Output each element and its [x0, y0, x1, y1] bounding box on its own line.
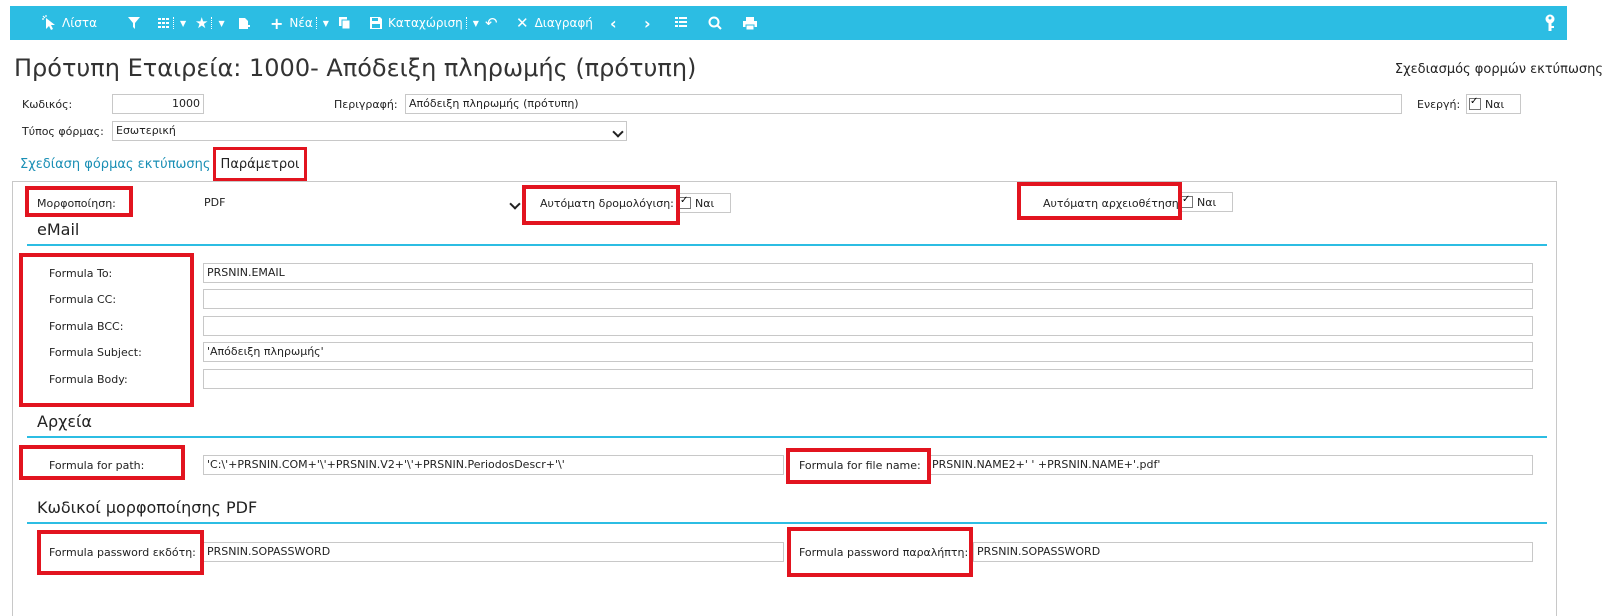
next-button[interactable]: ›: [644, 6, 651, 40]
password-recipient-field[interactable]: PRSNIN.SOPASSWORD: [973, 542, 1533, 562]
pdf-section-title: Κωδικοί μορφοποίησης PDF: [37, 498, 258, 517]
chevron-down-icon: ▼: [180, 18, 187, 28]
close-icon: ✕: [516, 14, 529, 32]
active-checkbox[interactable]: Ναι: [1466, 94, 1521, 114]
email-section-title: eMail: [37, 220, 80, 239]
highlight-auto-route: [522, 185, 680, 225]
save-icon: [370, 17, 382, 29]
delete-button[interactable]: ✕ Διαγραφή: [516, 6, 593, 40]
list-icon: [675, 17, 687, 27]
highlight-auto-archive: [1017, 182, 1182, 220]
tab-print-form-design[interactable]: Σχεδίαση φόρμας εκτύπωσης: [20, 157, 211, 172]
checkbox-checked-icon: [1181, 194, 1193, 208]
filter-icon: [128, 17, 140, 29]
password-issuer-field[interactable]: PRSNIN.SOPASSWORD: [203, 542, 784, 562]
grid-icon: [158, 18, 169, 28]
printer-icon: [743, 16, 757, 30]
export-button[interactable]: [238, 6, 251, 40]
key-icon: [1545, 14, 1555, 31]
code-field[interactable]: 1000: [112, 94, 204, 114]
highlight-password-issuer: [37, 530, 204, 575]
favorites-button[interactable]: ★ ▼: [195, 6, 225, 40]
list-label: Λίστα: [62, 16, 98, 30]
auto-route-value: Ναι: [695, 196, 715, 210]
email-divider: [27, 244, 1547, 246]
highlight-password-recipient: [787, 527, 973, 577]
highlight-path: [19, 445, 185, 480]
chevron-left-icon: ‹: [610, 13, 617, 33]
active-value: Ναι: [1485, 97, 1505, 111]
list-button[interactable]: Λίστα: [42, 6, 97, 40]
format-select[interactable]: PDF: [200, 193, 524, 213]
help-button[interactable]: [1543, 14, 1557, 35]
document-icon: [239, 17, 250, 29]
formula-bcc-field[interactable]: [203, 316, 1533, 336]
highlight-format: [25, 186, 133, 217]
magnify-icon: [708, 16, 722, 30]
plus-icon: +: [270, 13, 284, 33]
description-field[interactable]: Απόδειξη πληρωμής (πρότυπη): [405, 94, 1402, 114]
code-label: Κωδικός:: [22, 98, 73, 111]
copy-button[interactable]: [339, 6, 351, 40]
filter-button[interactable]: [128, 6, 140, 40]
auto-route-checkbox[interactable]: Ναι: [676, 193, 731, 213]
tab-parameters-label: Παράμετροι: [220, 156, 300, 172]
undo-button[interactable]: ↶: [485, 6, 498, 40]
form-type-label: Τύπος φόρμας:: [22, 125, 104, 138]
formula-subject-field[interactable]: 'Απόδειξη πληρωμής': [203, 342, 1533, 362]
formula-body-field[interactable]: [203, 369, 1533, 389]
files-divider: [27, 436, 1547, 438]
new-label: Νέα: [289, 16, 313, 30]
formula-path-field[interactable]: 'C:\'+PRSNIN.COM+'\'+PRSNIN.V2+'\'+PRSNI…: [203, 455, 784, 475]
new-button[interactable]: + Νέα ▼: [270, 6, 329, 40]
chevron-down-icon: ▼: [472, 18, 479, 28]
pdf-divider: [27, 522, 1547, 524]
design-forms-link[interactable]: Σχεδιασμός φορμών εκτύπωσης: [1395, 62, 1603, 77]
highlight-email-formulas: [19, 253, 194, 407]
tab-parameters[interactable]: Παράμετροι: [213, 147, 307, 181]
formula-to-field[interactable]: PRSNIN.EMAIL: [203, 263, 1533, 283]
cursor-click-icon: [42, 15, 55, 30]
checkbox-checked-icon: [1469, 96, 1481, 110]
undo-icon: ↶: [485, 14, 498, 32]
form-type-select[interactable]: Εσωτερική: [112, 121, 627, 141]
print-button[interactable]: [743, 6, 757, 40]
copy-icon: [339, 16, 351, 29]
files-section-title: Αρχεία: [37, 412, 92, 431]
columns-button[interactable]: ▼: [158, 6, 186, 40]
star-icon: ★: [195, 14, 209, 32]
prev-button[interactable]: ‹: [610, 6, 617, 40]
auto-archive-checkbox[interactable]: Ναι: [1178, 192, 1233, 212]
chevron-down-icon: ▼: [322, 18, 329, 28]
checkbox-checked-icon: [679, 195, 691, 209]
layout-button[interactable]: [675, 6, 689, 40]
formula-cc-field[interactable]: [203, 289, 1533, 309]
chevron-down-icon: ▼: [218, 18, 225, 28]
formula-filename-field[interactable]: PRSNIN.NAME2+' ' +PRSNIN.NAME+'.pdf': [928, 455, 1533, 475]
page-title: Πρότυπη Εταιρεία: 1000- Απόδειξη πληρωμή…: [14, 54, 697, 82]
preview-button[interactable]: [708, 6, 722, 40]
save-label: Καταχώριση: [388, 16, 463, 30]
description-label: Περιγραφή:: [334, 98, 398, 111]
chevron-right-icon: ›: [644, 13, 651, 33]
delete-label: Διαγραφή: [534, 16, 593, 30]
auto-archive-value: Ναι: [1197, 195, 1217, 209]
save-button[interactable]: Καταχώριση ▼: [370, 6, 479, 40]
highlight-filename: [786, 448, 931, 484]
active-label: Ενεργή:: [1417, 98, 1461, 111]
toolbar: Λίστα ▼ ★ ▼ + Νέα ▼ Καταχώριση ▼ ↶ ✕ Δια…: [10, 6, 1567, 40]
